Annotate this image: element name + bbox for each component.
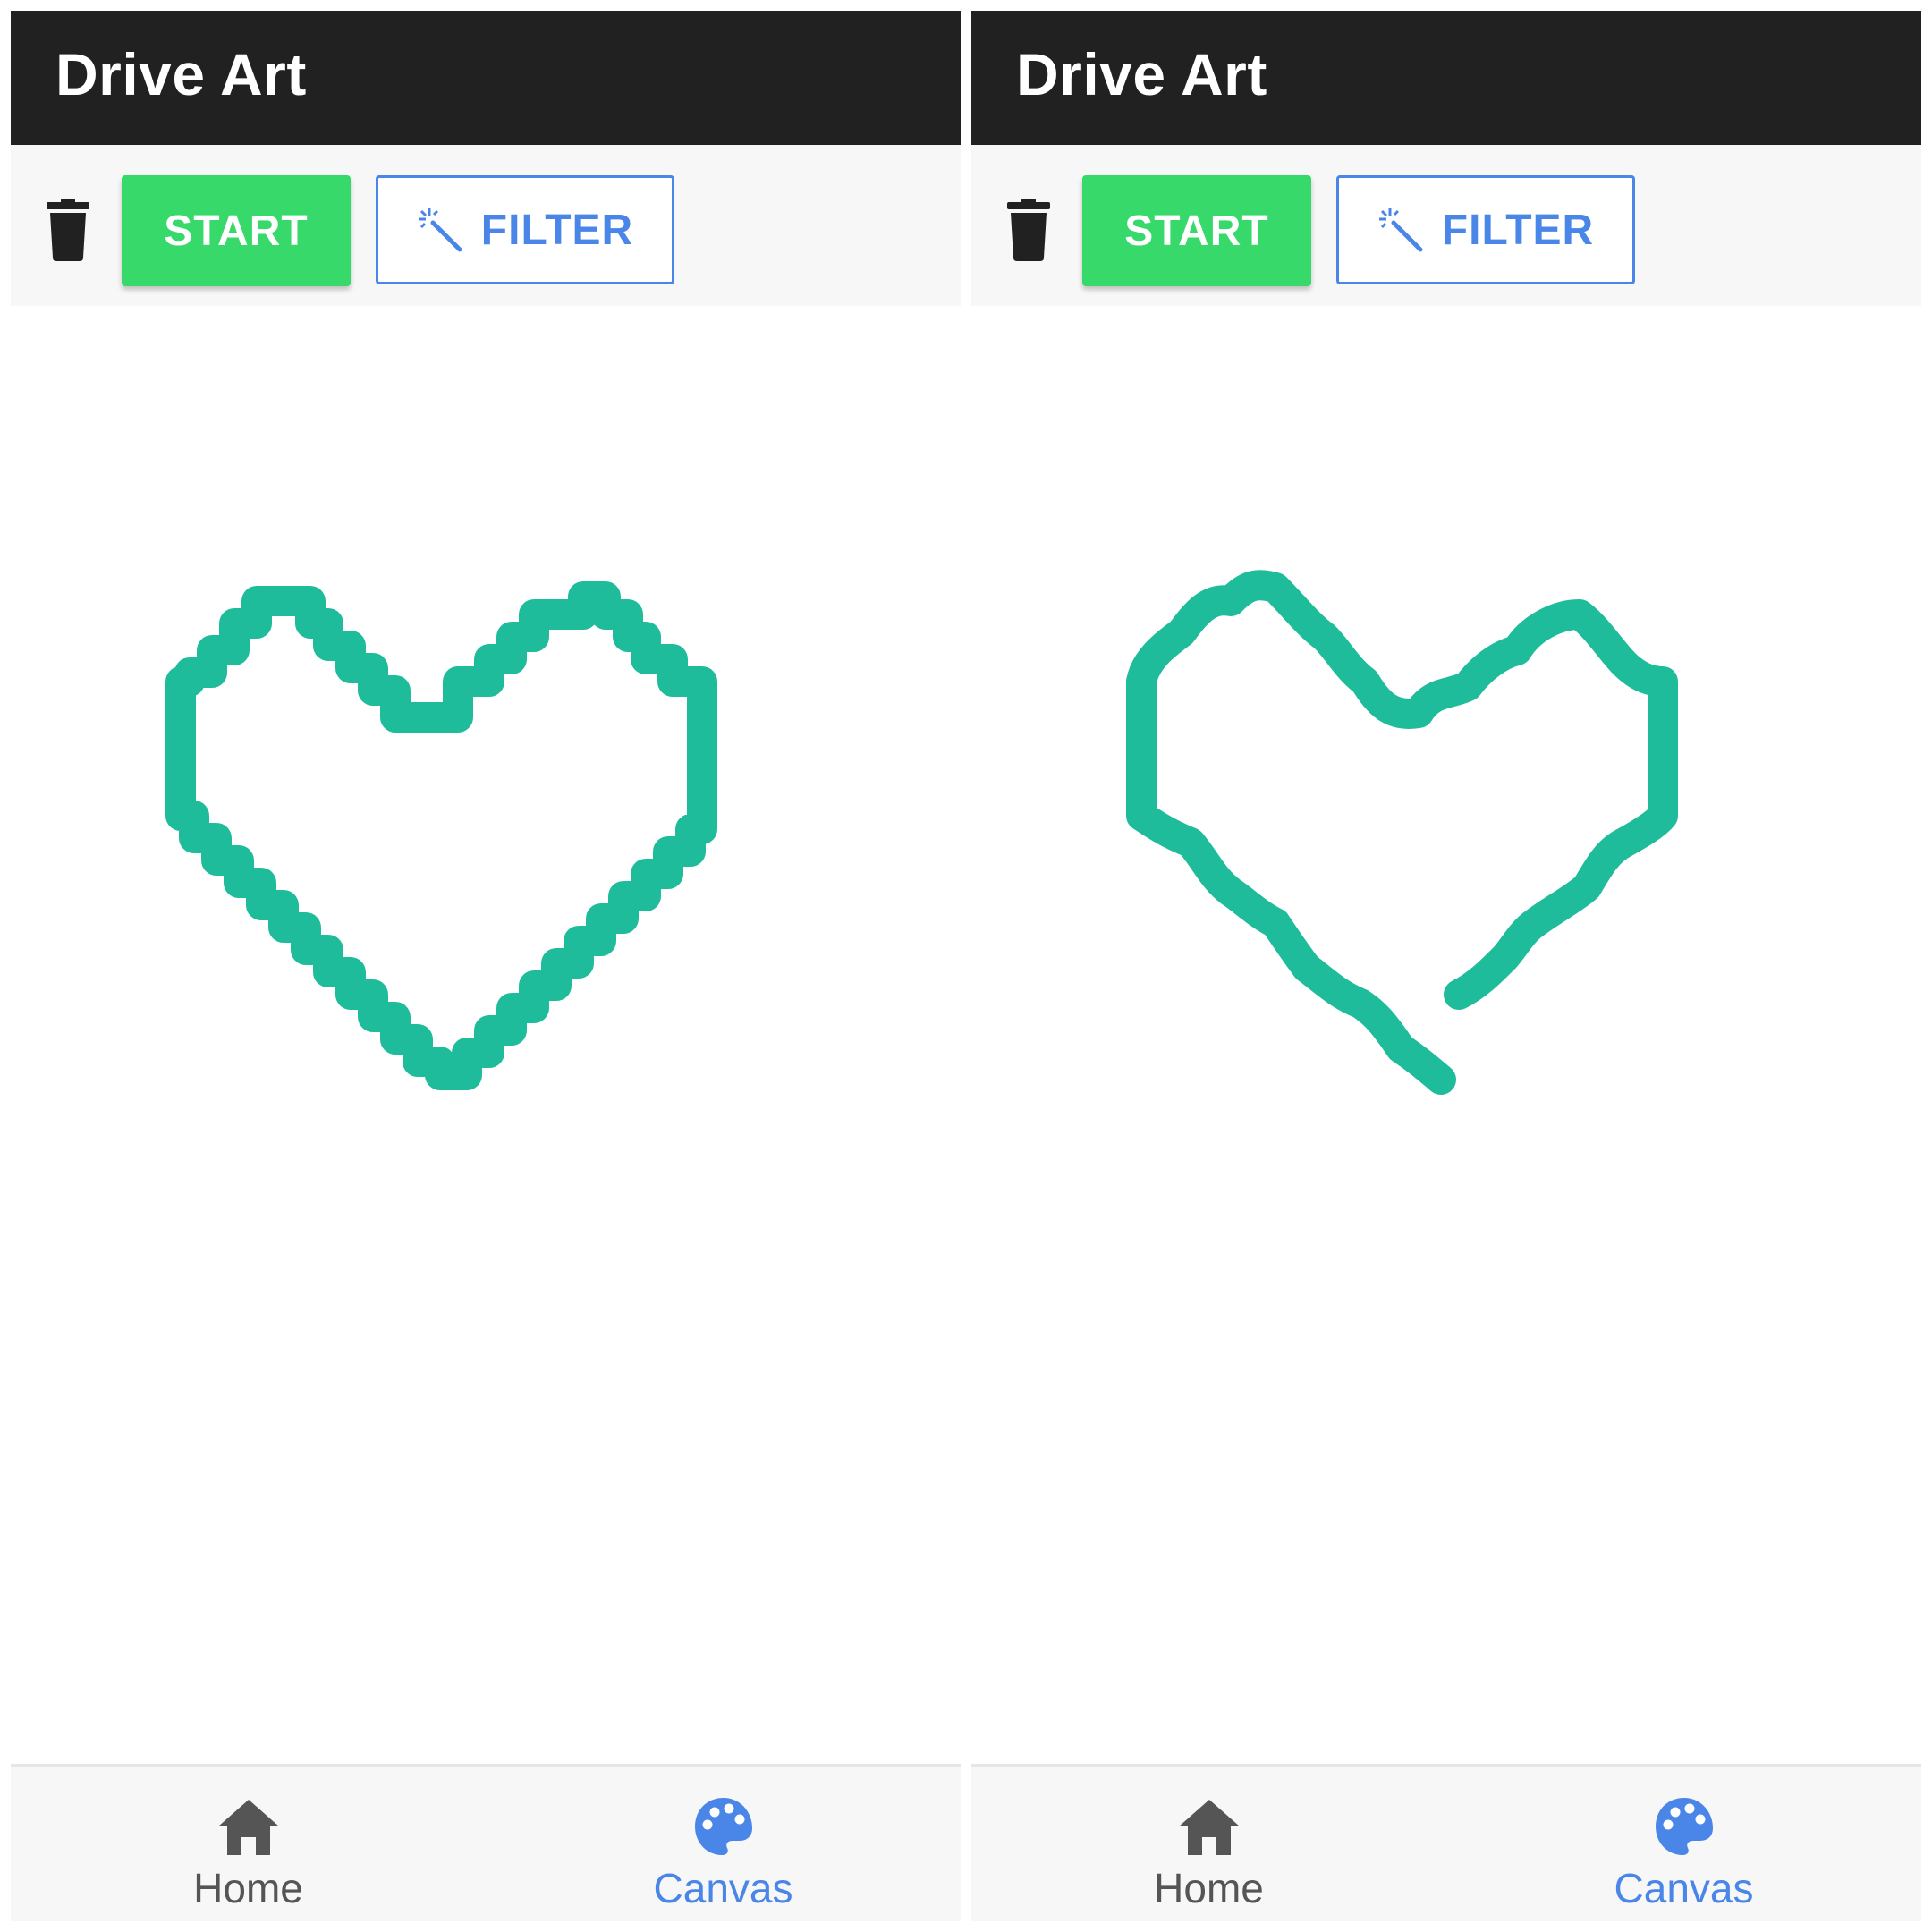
nav-canvas-label: Canvas [1614, 1865, 1754, 1911]
magic-wand-icon [1378, 208, 1423, 252]
magic-wand-icon [418, 208, 462, 252]
nav-home[interactable]: Home [971, 1767, 1446, 1921]
nav-canvas-label: Canvas [653, 1865, 793, 1911]
app-title: Drive Art [55, 41, 307, 107]
drawing-canvas[interactable] [11, 306, 961, 1778]
trash-icon[interactable] [1004, 199, 1054, 261]
pixel-heart-stroke [165, 581, 717, 1090]
nav-home[interactable]: Home [11, 1767, 486, 1921]
start-button[interactable]: START [122, 175, 351, 286]
app-bar: Drive Art [971, 11, 1921, 145]
app-bar: Drive Art [11, 11, 961, 145]
nav-home-label: Home [193, 1865, 303, 1911]
start-button[interactable]: START [1082, 175, 1311, 286]
nav-canvas[interactable]: Canvas [1446, 1767, 1921, 1921]
palette-icon [691, 1794, 756, 1859]
drawing-canvas[interactable] [971, 306, 1921, 1778]
app-title: Drive Art [1016, 41, 1267, 107]
toolbar: START FILTER [11, 145, 961, 306]
palette-icon [1652, 1794, 1716, 1859]
nav-canvas[interactable]: Canvas [486, 1767, 961, 1921]
filter-label: FILTER [480, 206, 634, 254]
bottom-navigation: Home Canvas [971, 1764, 1921, 1921]
filter-button[interactable]: FILTER [1336, 175, 1635, 284]
filter-button[interactable]: FILTER [376, 175, 674, 284]
toolbar: START FILTER [971, 145, 1921, 306]
trash-icon[interactable] [43, 199, 93, 261]
smooth-heart-stroke [1126, 570, 1678, 1095]
screen-right: Drive Art START FILTER Home Canvas [971, 11, 1921, 1921]
screen-left: Drive Art START FILTER Home Canvas [11, 11, 961, 1921]
bottom-navigation: Home Canvas [11, 1764, 961, 1921]
home-icon [216, 1794, 281, 1859]
filter-label: FILTER [1441, 206, 1595, 254]
nav-home-label: Home [1154, 1865, 1264, 1911]
home-icon [1177, 1794, 1241, 1859]
